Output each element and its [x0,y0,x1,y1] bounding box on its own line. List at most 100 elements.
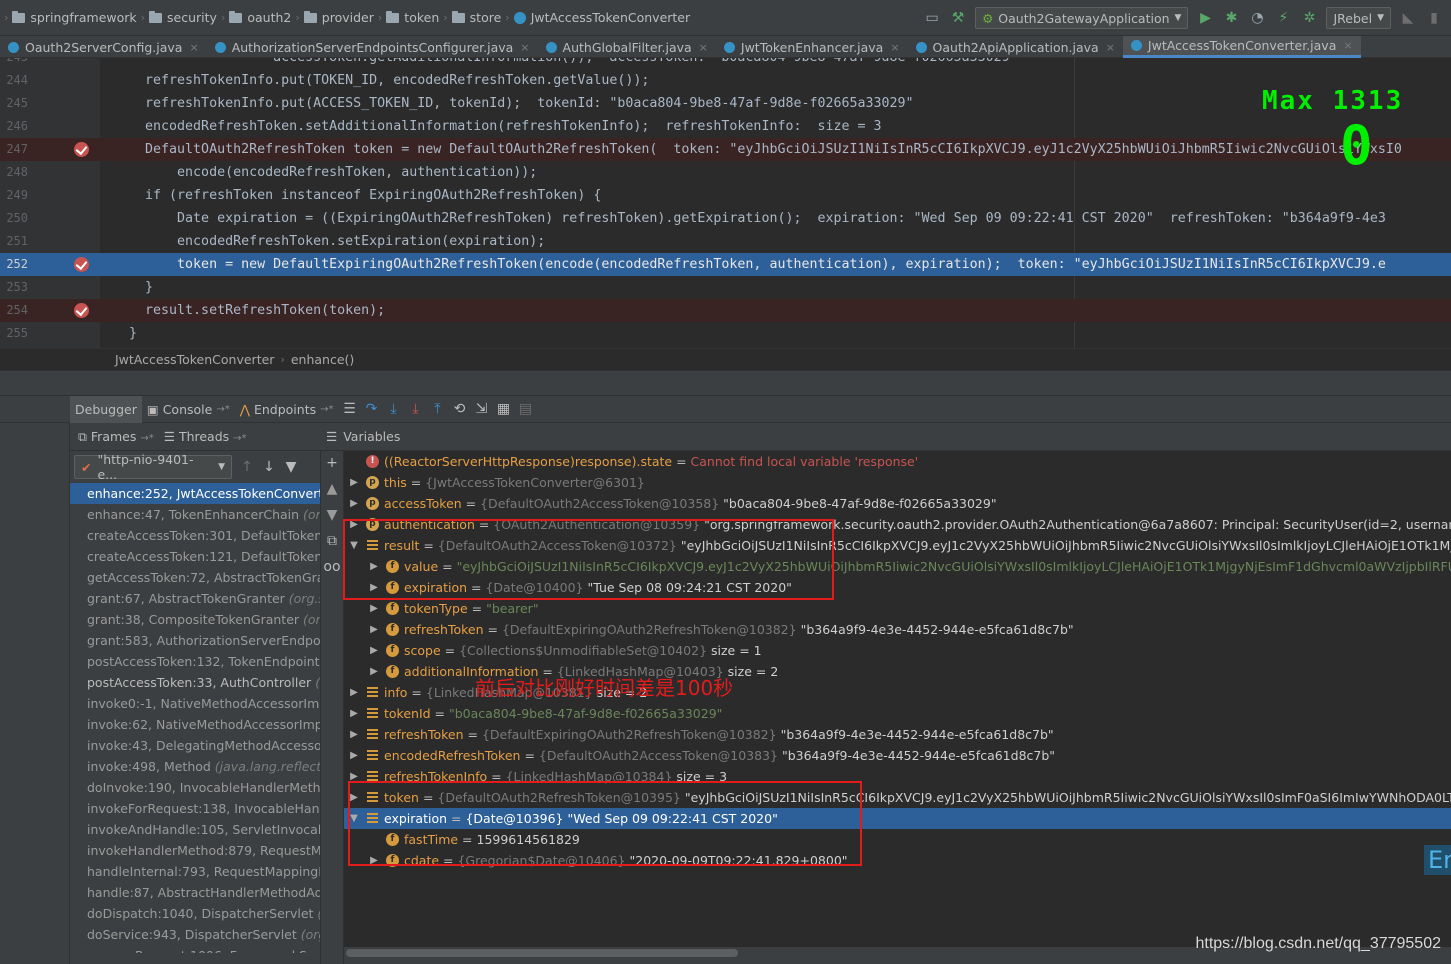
variable-row[interactable]: ▶ f expiration = {Date@10400} "Tue Sep 08 … [344,577,1451,598]
arrow-up-icon[interactable]: ↑ [236,456,258,478]
code-line[interactable]: 246 encodedRefreshToken.setAdditionalInf… [0,115,1451,138]
code-line[interactable]: 244 refreshTokenInfo.put(TOKEN_ID, encod… [0,69,1451,92]
stack-frame[interactable]: postAccessToken:33, AuthController (co [70,672,320,693]
editor-breadcrumb-method[interactable]: enhance() [291,352,354,367]
expand-icon[interactable]: ▶ [368,640,380,661]
stack-frame[interactable]: getAccessToken:72, AbstractTokenGrant [70,567,320,588]
expand-icon[interactable]: ▶ [348,514,360,535]
copy-icon[interactable]: ⧉ [327,533,337,549]
arrow-down-icon[interactable]: ↓ [258,456,280,478]
collapse-icon[interactable]: ▼ [348,535,360,556]
editor-tab[interactable]: AuthorizationServerEndpointsConfigurer.j… [207,36,538,58]
editor-tab[interactable]: Oauth2ApiApplication.java × [908,36,1123,58]
step-into-icon[interactable]: ⤓ [383,398,405,420]
filter-icon[interactable]: ▼ [280,456,302,478]
run-config-select[interactable]: ⚙ Oauth2GatewayApplication ▼ [975,7,1189,29]
expand-icon[interactable]: ▶ [368,850,380,871]
evaluate-icon[interactable]: ▦ [493,398,515,420]
stack-frame[interactable]: invokeForRequest:138, InvocableHandle [70,798,320,819]
breadcrumb-item[interactable]: store [448,10,506,25]
arrow-up-icon[interactable]: ▲ [327,481,338,497]
expand-icon[interactable]: ▶ [348,682,360,703]
drop-frame-icon[interactable]: ⟲ [449,398,471,420]
variable-row[interactable]: ▶ f refreshToken = {DefaultExpiringOAuth2R… [344,619,1451,640]
add-watch-icon[interactable]: + [326,455,338,471]
expand-icon[interactable]: ▶ [348,703,360,724]
close-icon[interactable]: × [1106,41,1115,54]
breadcrumb-item[interactable]: security [145,10,221,25]
variable-row[interactable]: ▶ token = {DefaultOAuth2RefreshToken@1039… [344,787,1451,808]
jrebel-select[interactable]: JRebel ▼ [1326,7,1391,29]
layout-icon[interactable]: ▭ [923,9,941,27]
variable-row[interactable]: ▶ f cdate = {Gregorian$Date@10406} "2020-0… [344,850,1451,871]
breadcrumb-item[interactable]: provider [300,10,378,25]
stack-frame[interactable]: invokeHandlerMethod:879, RequestMap [70,840,320,861]
step-out-icon[interactable]: ⤒ [427,398,449,420]
variable-row[interactable]: ▶ f scope = {Collections$UnmodifiableSet@1… [344,640,1451,661]
stack-frame[interactable]: doDispatch:1040, DispatcherServlet (org [70,903,320,924]
stack-frame[interactable]: invoke0:-1, NativeMethodAccessorImpl [70,693,320,714]
stack-frame[interactable]: grant:583, AuthorizationServerEndpoints [70,630,320,651]
stack-frame[interactable]: createAccessToken:301, DefaultTokenSe [70,525,320,546]
stack-frame[interactable]: grant:38, CompositeTokenGranter (org. [70,609,320,630]
variable-row[interactable]: ▶ p authentication = {OAuth2Authentication… [344,514,1451,535]
code-line[interactable]: 249 if (refreshToken instanceof Expiring… [0,184,1451,207]
code-line[interactable]: 248 encode(encodedRefreshToken, authenti… [0,161,1451,184]
stack-frame[interactable]: invoke:62, NativeMethodAccessorImpl ( [70,714,320,735]
stack-frame[interactable]: enhance:252, JwtAccessTokenConverter [70,483,320,504]
stop-icon[interactable]: ◣ [1399,9,1417,27]
run-to-cursor-icon[interactable]: ⇲ [471,398,493,420]
variable-row[interactable]: ▶ refreshTokenInfo = {LinkedHashMap@10384… [344,766,1451,787]
stack-frame[interactable]: invoke:43, DelegatingMethodAccessorIr [70,735,320,756]
variable-row[interactable]: ▼ expiration = {Date@10396} "Wed Sep 09 0… [344,808,1451,829]
frames-menu-icon[interactable]: ☰ [339,398,361,420]
tab-threads[interactable]: ☰ Threads →* [164,429,247,444]
expand-icon[interactable]: ▶ [368,619,380,640]
expand-icon[interactable]: ▶ [348,472,360,493]
stack-frame[interactable]: createAccessToken:121, DefaultTokenSe [70,546,320,567]
stack-frame[interactable]: enhance:47, TokenEnhancerChain (org.s [70,504,320,525]
close-icon[interactable]: × [890,41,899,54]
coverage-icon[interactable]: ◔ [1248,9,1266,27]
force-step-into-icon[interactable]: ⤓ [405,398,427,420]
jrebel-run-icon[interactable]: ⚡ [1274,9,1292,27]
breadcrumb-item[interactable]: oauth2 [225,10,295,25]
variable-row[interactable]: f fastTime = 1599614561829 [344,829,1451,850]
variable-row[interactable]: ▶ p accessToken = {DefaultOAuth2AccessToke… [344,493,1451,514]
close-icon[interactable]: × [1343,39,1352,52]
expand-icon[interactable]: ▶ [348,493,360,514]
code-line[interactable]: 251 encodedRefreshToken.setExpiration(ex… [0,230,1451,253]
tab-frames[interactable]: ⧉ Frames →* [78,429,154,445]
stack-frame[interactable]: postAccessToken:132, TokenEndpoint (c [70,651,320,672]
step-over-icon[interactable]: ↷ [361,398,383,420]
debug-icon[interactable]: ✱ [1222,9,1240,27]
code-line[interactable]: 243 accessToken.getAdditionalInformation… [0,58,1451,69]
close-icon[interactable]: × [189,41,198,54]
stack-frame[interactable]: processRequest:1006, FrameworkServle [70,945,320,953]
variable-row[interactable]: ▶ refreshToken = {DefaultExpiringOAuth2Re… [344,724,1451,745]
expand-icon[interactable]: ▶ [368,598,380,619]
editor-tab[interactable]: JwtAccessTokenConverter.java × [1122,36,1361,58]
expand-icon[interactable]: ▶ [348,787,360,808]
code-line[interactable]: 252 token = new DefaultExpiringOAuth2Ref… [0,253,1451,276]
variable-row[interactable]: ▶ encodedRefreshToken = {DefaultOAuth2Acc… [344,745,1451,766]
expand-icon[interactable]: ▶ [368,661,380,682]
arrow-down-icon[interactable]: ▼ [327,507,338,523]
code-line[interactable]: 254 result.setRefreshToken(token); [0,299,1451,322]
variable-row[interactable]: ▶ f tokenType = "bearer" [344,598,1451,619]
variable-row[interactable]: ▼ result = {DefaultOAuth2AccessToken@1037… [344,535,1451,556]
expand-icon[interactable]: ▶ [348,724,360,745]
code-editor[interactable]: 243 accessToken.getAdditionalInformation… [0,58,1451,348]
jrebel-debug-icon[interactable]: ✲ [1300,9,1318,27]
expand-icon[interactable]: ▶ [368,577,380,598]
code-line[interactable]: 247 DefaultOAuth2RefreshToken token = ne… [0,138,1451,161]
stack-frame[interactable]: invokeAndHandle:105, ServletInvocable [70,819,320,840]
editor-tab[interactable]: AuthGlobalFilter.java × [538,36,716,58]
glasses-icon[interactable]: oo [323,559,340,575]
stack-frame[interactable]: doService:943, DispatcherServlet (org.sp [70,924,320,945]
code-line[interactable]: 245 refreshTokenInfo.put(ACCESS_TOKEN_ID… [0,92,1451,115]
stack-frame[interactable]: handleInternal:793, RequestMappingHa [70,861,320,882]
variable-row[interactable]: ! ((ReactorServerHttpResponse)response).s… [344,451,1451,472]
breadcrumb-current-class[interactable]: JwtAccessTokenConverter [510,10,694,25]
update-icon[interactable]: ▮ [1425,9,1443,27]
